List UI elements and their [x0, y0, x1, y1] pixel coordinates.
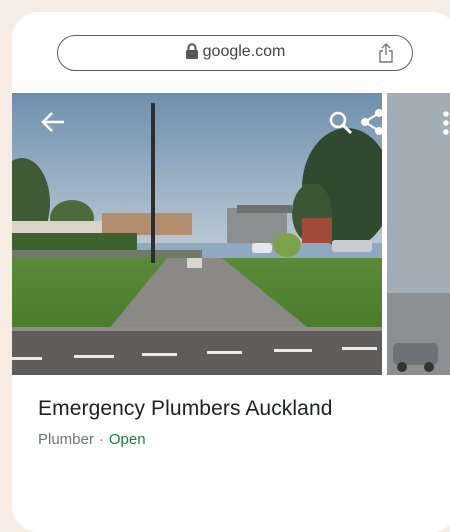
- more-vert-icon[interactable]: [442, 110, 450, 141]
- url-display: google.com: [58, 43, 412, 64]
- place-title[interactable]: Emergency Plumbers Auckland: [38, 397, 333, 421]
- address-bar[interactable]: google.com: [57, 35, 413, 71]
- place-card: google.com Emergency Plumbers Auckland P…: [12, 12, 450, 532]
- next-photo[interactable]: [387, 93, 450, 375]
- place-category: Plumber: [38, 431, 94, 448]
- search-icon[interactable]: [328, 110, 354, 141]
- url-text: google.com: [202, 43, 286, 60]
- place-subtitle: Plumber · Open: [38, 431, 146, 448]
- share-icon[interactable]: [378, 43, 394, 68]
- arrow-back-icon[interactable]: [40, 110, 66, 139]
- separator: ·: [98, 431, 104, 448]
- street-view-photo[interactable]: [12, 93, 382, 375]
- share-icon[interactable]: [360, 108, 382, 141]
- open-status: Open: [108, 431, 146, 448]
- lock-icon: [185, 43, 199, 64]
